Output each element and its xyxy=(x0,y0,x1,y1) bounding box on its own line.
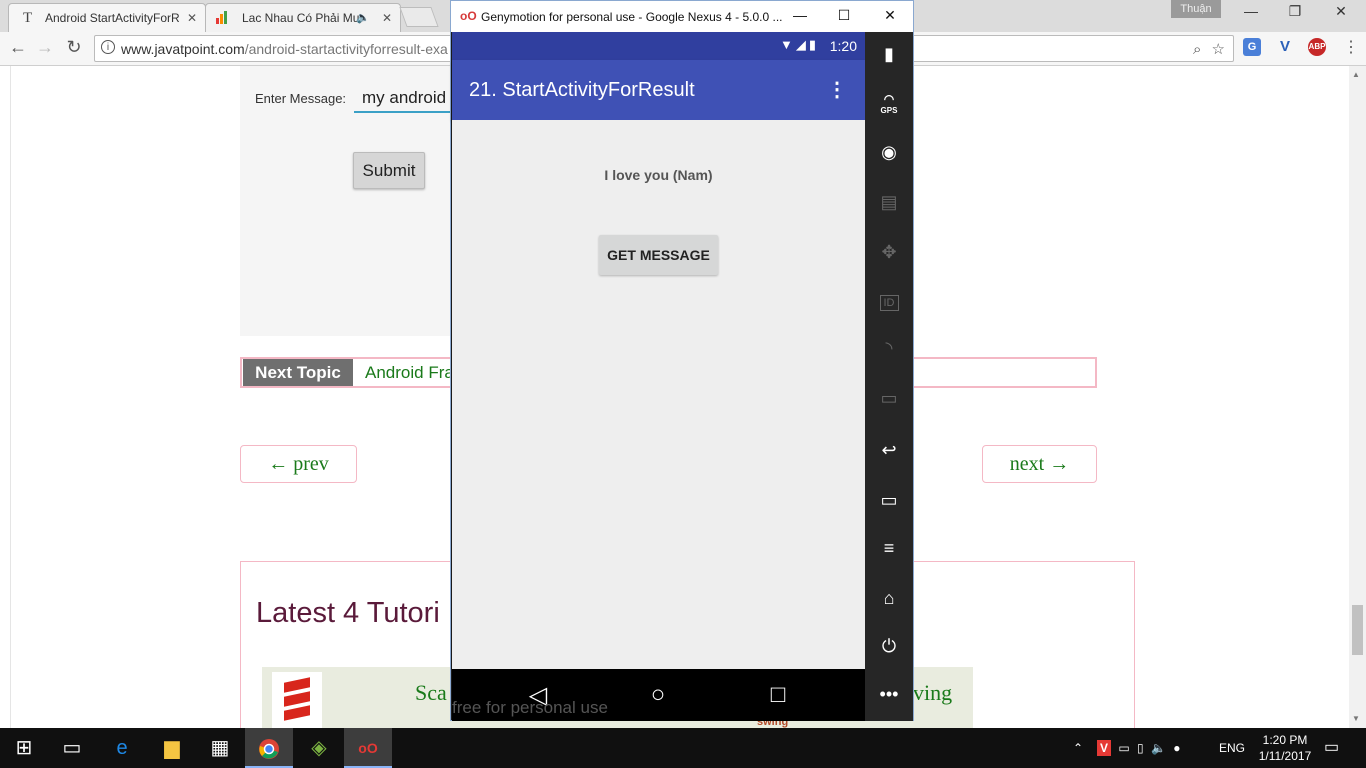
geny-close-icon[interactable]: ✕ xyxy=(875,7,905,24)
url-domain: www.javatpoint.com xyxy=(121,41,245,57)
chrome-taskbar-icon[interactable] xyxy=(245,728,293,768)
weather-tray-icon[interactable]: ● xyxy=(1173,741,1180,755)
next-topic-link[interactable]: Android Fra xyxy=(365,363,454,383)
restore-icon[interactable]: ❐ xyxy=(1272,3,1318,20)
genymotion-window-title: Genymotion for personal use - Google Nex… xyxy=(481,10,783,24)
dpad-icon[interactable]: ✥ xyxy=(865,242,913,263)
new-tab-button[interactable] xyxy=(399,7,439,27)
notifications-icon[interactable]: ▭ xyxy=(1324,728,1339,768)
back-side-icon[interactable]: ↩ xyxy=(865,440,913,461)
overflow-menu-icon[interactable]: ⋮ xyxy=(827,77,847,102)
scala-logo-icon[interactable] xyxy=(272,672,322,728)
forward-icon[interactable]: → xyxy=(34,37,56,58)
google-translate-icon[interactable]: G xyxy=(1243,38,1261,56)
taskbar-time: 1:20 PM xyxy=(1262,733,1308,747)
battery-tray-icon[interactable]: ▭ xyxy=(1118,741,1129,755)
speaker-icon[interactable]: 🔈 xyxy=(356,11,370,24)
recent-apps-icon[interactable]: ▭ xyxy=(865,490,913,511)
enter-message-label: Enter Message: xyxy=(255,91,347,106)
taskbar-date: 1/11/2017 xyxy=(1258,749,1312,763)
volume-tray-icon[interactable]: 🔈 xyxy=(1151,741,1166,755)
id-icon[interactable]: ID xyxy=(865,290,913,311)
genymotion-logo-icon: oO xyxy=(460,9,477,23)
reload-icon[interactable]: ↻ xyxy=(63,37,85,58)
language-indicator[interactable]: ENG xyxy=(1219,728,1245,768)
page-left-border xyxy=(10,66,11,728)
genymotion-titlebar: oO Genymotion for personal use - Google … xyxy=(451,1,913,32)
prev-button[interactable]: ← prev xyxy=(240,445,357,483)
genymotion-window: oO Genymotion for personal use - Google … xyxy=(450,0,914,721)
file-explorer-icon[interactable]: ▆ xyxy=(148,728,196,768)
tutorial-link-right[interactable]: ving xyxy=(913,680,952,706)
zoom-icon[interactable]: ⌕ xyxy=(1193,41,1201,58)
genymotion-taskbar-icon[interactable]: oO xyxy=(344,728,392,768)
close-window-icon[interactable]: ✕ xyxy=(1318,3,1364,20)
chart-favicon-icon xyxy=(215,10,231,26)
taskbar-clock[interactable]: 1:20 PM 1/11/2017 xyxy=(1250,732,1320,764)
gps-icon[interactable]: ◠ GPS xyxy=(865,92,913,115)
network-tray-icon[interactable]: ▯ xyxy=(1137,741,1144,755)
close-tab-icon[interactable]: ✕ xyxy=(382,11,392,25)
android-studio-icon[interactable]: ◈ xyxy=(295,728,343,768)
gps-label: GPS xyxy=(880,106,898,115)
genymotion-watermark: free for personal use xyxy=(452,698,608,717)
info-icon[interactable]: i xyxy=(101,40,115,54)
adblock-icon[interactable]: ABP xyxy=(1308,38,1326,56)
power-icon[interactable]: ⏻ xyxy=(865,636,913,657)
next-button[interactable]: next → xyxy=(982,445,1097,483)
result-message: I love you (Nam) xyxy=(604,167,713,183)
vivaldi-tray-icon[interactable]: V xyxy=(1097,740,1112,756)
next-topic-label: Next Topic xyxy=(243,359,353,386)
camera-icon[interactable]: ◉ xyxy=(865,142,913,163)
back-icon[interactable]: ← xyxy=(7,37,29,58)
sms-icon[interactable]: ▭ xyxy=(865,388,913,409)
javatpoint-favicon-icon: T xyxy=(23,10,33,26)
id-label: ID xyxy=(879,295,899,311)
latest-tutorials-title: Latest 4 Tutori xyxy=(256,597,440,629)
windows-start-icon[interactable]: ⊞ xyxy=(0,728,48,768)
tab-android-startactivity[interactable]: T Android StartActivityForR ✕ xyxy=(8,3,206,32)
android-recents-icon[interactable]: □ xyxy=(763,681,793,709)
task-view-icon[interactable]: ▭ xyxy=(48,728,96,768)
tab-lac-nhau[interactable]: Lac Nhau Có Phải Mu 🔈 ✕ xyxy=(205,3,401,32)
submit-button: Submit xyxy=(353,152,425,189)
signal-battery-icons: ▼◢▮ xyxy=(779,37,819,52)
omnibox-actions: ⌕ ☆ xyxy=(1193,40,1225,58)
tab-label: Android StartActivityForR xyxy=(45,11,180,25)
geny-minimize-icon[interactable]: — xyxy=(785,7,815,23)
tray-icons: V ▭ ▯ 🔈 ● xyxy=(1097,728,1181,768)
app-title: 21. StartActivityForResult xyxy=(469,79,695,101)
show-hidden-icons-icon[interactable]: ⌃ xyxy=(1073,728,1083,768)
capture-icon[interactable]: ▤ xyxy=(865,192,913,213)
close-tab-icon[interactable]: ✕ xyxy=(187,11,197,25)
page-scrollbar-thumb[interactable] xyxy=(1352,605,1363,655)
windows-taskbar: ⊞ ▭ e ▆ ▦ ◈ oO ⌃ V ▭ ▯ 🔈 ● ENG ▭ xyxy=(0,728,1366,768)
scroll-down-icon[interactable]: ▼ xyxy=(1352,714,1360,723)
store-icon[interactable]: ▦ xyxy=(196,728,244,768)
more-icon[interactable]: ••• xyxy=(865,684,913,705)
genymotion-side-panel: ▮ ◠ GPS ◉ ▤ ✥ ID ◝ ▭ ↩ ▭ ≡ ⌂ ⏻ ••• xyxy=(865,32,913,721)
android-screen: I love you (Nam) GET MESSAGE xyxy=(452,120,865,669)
get-message-button[interactable]: GET MESSAGE xyxy=(599,235,718,275)
android-app-bar: 21. StartActivityForResult ⋮ xyxy=(452,60,865,120)
chrome-menu-icon[interactable]: ⋮ xyxy=(1340,37,1362,57)
android-clock: 1:20 xyxy=(829,38,857,54)
edge-icon[interactable]: e xyxy=(98,728,146,768)
tutorial-link-scala[interactable]: Sca xyxy=(415,680,447,706)
battery-icon[interactable]: ▮ xyxy=(865,44,913,65)
enter-message-input: my android xyxy=(354,84,454,113)
network-icon[interactable]: ◝ xyxy=(865,338,913,359)
bookmark-star-icon[interactable]: ☆ xyxy=(1212,41,1225,58)
tab-label: Lac Nhau Có Phải Mu xyxy=(242,11,360,25)
menu-side-icon[interactable]: ≡ xyxy=(865,538,913,559)
home-side-icon[interactable]: ⌂ xyxy=(865,588,913,609)
geny-maximize-icon[interactable]: ☐ xyxy=(829,7,859,24)
scroll-up-icon[interactable]: ▲ xyxy=(1352,70,1360,79)
minimize-icon[interactable]: — xyxy=(1228,3,1274,19)
profile-button[interactable]: Thuận xyxy=(1171,0,1221,18)
url-path: /android-startactivityforresult-exa xyxy=(244,41,448,57)
vivaldi-extension-icon[interactable]: V xyxy=(1276,38,1294,56)
android-status-bar: ▼◢▮ 1:20 xyxy=(452,32,865,60)
android-home-icon[interactable]: ○ xyxy=(643,681,673,709)
